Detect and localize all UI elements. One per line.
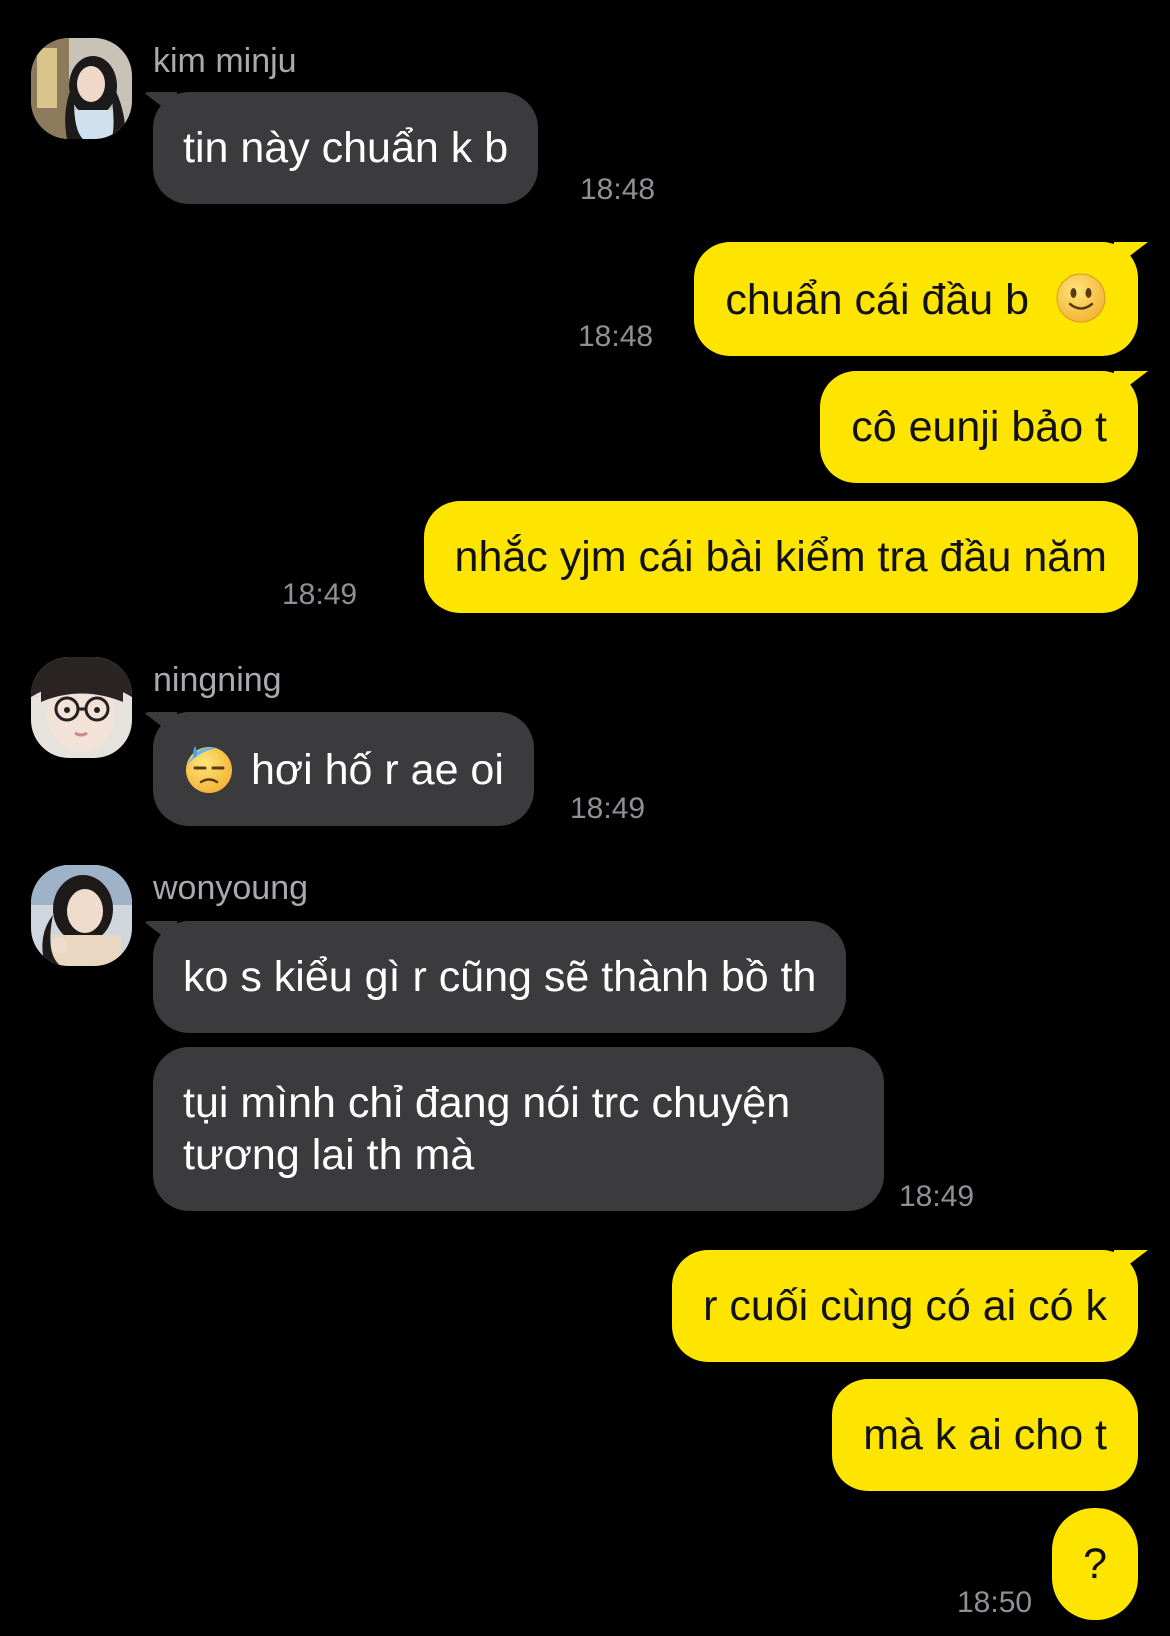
message-text: tụi mình chỉ đang nói trc chuyện tương l… (183, 1079, 791, 1179)
sender-name: wonyoung (153, 869, 309, 907)
message-bubble[interactable]: chuẩn cái đầu b (694, 242, 1138, 356)
message-timestamp: 18:48 (580, 173, 656, 206)
message-timestamp: 18:49 (570, 792, 646, 825)
profile-photo-icon (31, 657, 132, 758)
message-text: r cuối cùng có ai có k (703, 1282, 1107, 1330)
message-text: mà k ai cho t (863, 1411, 1107, 1459)
message-text: nhắc yjm cái bài kiểm tra đầu năm (454, 533, 1107, 581)
sender-name: ningning (153, 661, 282, 699)
message-timestamp: 18:48 (578, 320, 654, 353)
message-text: ko s kiểu gì r cũng sẽ thành bồ th (183, 953, 817, 1001)
avatar-kim-minju[interactable] (31, 38, 132, 139)
message-text: cô eunji bảo t (851, 403, 1107, 451)
message-timestamp: 18:50 (957, 1586, 1033, 1619)
message-bubble[interactable]: mà k ai cho t (832, 1379, 1138, 1491)
message-text: chuẩn cái đầu b (725, 276, 1030, 324)
message-text: hơi hố r ae oi (251, 746, 504, 794)
message-timestamp: 18:49 (899, 1180, 975, 1213)
profile-photo-icon (31, 865, 132, 966)
message-bubble[interactable]: hơi hố r ae oi (153, 712, 534, 826)
message-bubble[interactable]: nhắc yjm cái bài kiểm tra đầu năm (423, 501, 1138, 613)
avatar-ningning[interactable] (31, 657, 132, 758)
chat-window: kim minju tin này chuẩn k b 18:48 chuẩn … (0, 0, 1170, 1636)
slightly-smiling-face-icon (1056, 273, 1106, 323)
message-text: tin này chuẩn k b (183, 124, 509, 172)
profile-photo-icon (31, 38, 132, 139)
message-bubble[interactable]: cô eunji bảo t (820, 371, 1138, 483)
message-bubble[interactable]: r cuối cùng có ai có k (672, 1250, 1138, 1362)
avatar-wonyoung[interactable] (31, 865, 132, 966)
sender-name: kim minju (153, 42, 297, 80)
message-bubble[interactable]: ko s kiểu gì r cũng sẽ thành bồ th (153, 921, 847, 1033)
message-bubble[interactable]: ? (1052, 1508, 1138, 1620)
message-bubble[interactable]: tin này chuẩn k b (153, 92, 539, 204)
message-text: ? (1083, 1540, 1107, 1588)
message-timestamp: 18:49 (282, 578, 358, 611)
message-bubble[interactable]: tụi mình chỉ đang nói trc chuyện tương l… (153, 1047, 884, 1211)
downcast-face-with-sweat-icon (186, 746, 232, 793)
